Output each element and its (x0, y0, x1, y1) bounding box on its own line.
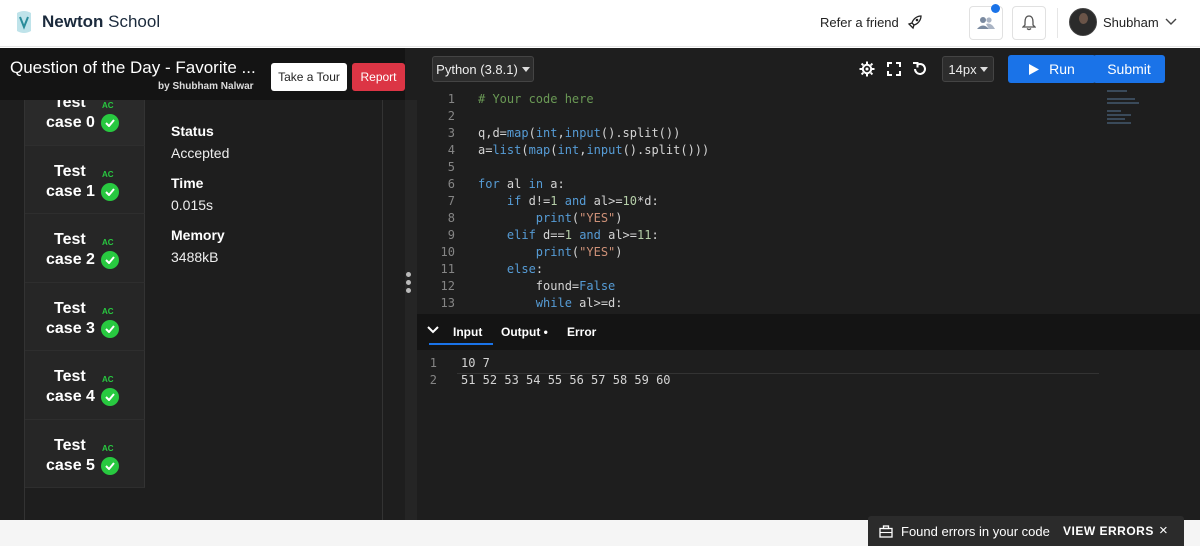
run-button[interactable]: Run (1008, 55, 1096, 83)
ac-badge: AC (102, 101, 114, 110)
current-line-highlight (457, 356, 1099, 374)
testcase-tab-0[interactable]: Test AC case 0 (25, 100, 145, 146)
io-tabs: Input Output • Error (417, 314, 1200, 350)
question-title: Question of the Day - Favorite ... (10, 58, 256, 77)
briefcase-icon (879, 524, 893, 538)
io-panel: Input Output • Error 1 10 7 2 51 52 53 54 … (417, 314, 1200, 520)
ac-badge: AC (102, 169, 114, 179)
settings-gear-icon[interactable] (857, 59, 877, 79)
submit-button[interactable]: Submit (1093, 55, 1165, 83)
user-menu[interactable]: Shubham (1069, 8, 1177, 36)
editor-toolbar: Python (3.8.1) 14px Run Submit (417, 48, 1200, 90)
chevron-down-icon (1165, 18, 1177, 25)
active-tab-indicator (429, 343, 493, 345)
people-icon (977, 17, 995, 29)
top-navbar: Newton School Refer a friend Shubham (0, 0, 1200, 47)
testcase-list: Test AC case 0 Test AC case 1 Test AC ca… (25, 100, 145, 488)
status-value: Accepted (171, 145, 230, 161)
memory-value: 3488kB (171, 249, 219, 265)
newton-logo-icon (17, 11, 31, 33)
toast-message: Found errors in your code (901, 523, 1050, 539)
tab-error[interactable]: Error (567, 325, 596, 339)
refer-label: Refer a friend (820, 14, 899, 30)
navbar-divider (1057, 8, 1058, 38)
status-label: Status (171, 123, 214, 139)
workspace: Question of the Day - Favorite ... by Sh… (0, 48, 1200, 537)
testcase-tab-4[interactable]: Test AC case 4 (25, 351, 145, 420)
font-size-select[interactable]: 14px (942, 56, 994, 82)
question-panel: Question of the Day - Favorite ... by Sh… (0, 48, 405, 537)
error-toast: Found errors in your code VIEW ERRORS × (868, 516, 1184, 546)
check-circle-icon (100, 388, 119, 406)
community-button[interactable] (969, 4, 1003, 40)
testcase-tab-5[interactable]: Test AC case 5 (25, 419, 145, 488)
testcase-tab-3[interactable]: Test AC case 3 (25, 282, 145, 351)
ac-badge: AC (102, 238, 114, 247)
check-circle-icon (100, 182, 119, 201)
take-a-tour-button[interactable]: Take a Tour (271, 63, 347, 91)
close-icon[interactable]: × (1159, 522, 1168, 539)
caret-down-icon (521, 66, 530, 72)
testcase-tab-2[interactable]: Test AC case 2 (25, 214, 145, 283)
caret-down-icon (979, 66, 988, 72)
rocket-icon (907, 15, 922, 30)
refer-a-friend-link[interactable]: Refer a friend (820, 14, 923, 30)
memory-label: Memory (171, 227, 225, 243)
check-circle-icon (100, 251, 119, 269)
time-value: 0.015s (171, 197, 214, 213)
reset-icon[interactable] (910, 59, 930, 79)
testcase-tab-1[interactable]: Test AC case 1 (25, 145, 145, 214)
panel-scrollbar[interactable] (405, 100, 417, 520)
code-minimap[interactable] (1107, 90, 1167, 130)
bell-icon (1022, 15, 1036, 31)
code-editor[interactable]: 1 # Your code here 2 3 q,d=map(int,input()… (417, 90, 1200, 314)
tab-output[interactable]: Output • (501, 325, 548, 339)
collapse-chevron-icon[interactable] (427, 326, 439, 334)
check-circle-icon (100, 114, 119, 132)
testcase-results: Test AC case 0 Test AC case 1 Test AC ca… (24, 100, 383, 537)
question-author: by Shubham Nalwar (158, 81, 254, 92)
question-header: Question of the Day - Favorite ... by Sh… (0, 48, 405, 100)
notifications-button[interactable] (1012, 6, 1046, 40)
language-select[interactable]: Python (3.8.1) (432, 56, 534, 82)
brand-name: Newton School (42, 12, 161, 31)
report-button[interactable]: Report (352, 63, 405, 91)
check-circle-icon (100, 456, 119, 475)
view-errors-button[interactable]: VIEW ERRORS (1063, 524, 1154, 538)
ac-badge: AC (102, 306, 114, 316)
tab-input[interactable]: Input (453, 325, 482, 339)
ac-badge: AC (102, 375, 114, 384)
notification-dot (991, 4, 1000, 13)
avatar (1069, 8, 1097, 36)
resize-handle-icon[interactable] (406, 272, 412, 296)
check-circle-icon (100, 319, 119, 338)
brand[interactable]: Newton School (14, 9, 160, 35)
ac-badge: AC (102, 443, 114, 453)
fullscreen-icon[interactable] (884, 59, 904, 79)
user-name: Shubham (1103, 14, 1159, 30)
time-label: Time (171, 175, 204, 191)
play-icon (1029, 63, 1040, 75)
